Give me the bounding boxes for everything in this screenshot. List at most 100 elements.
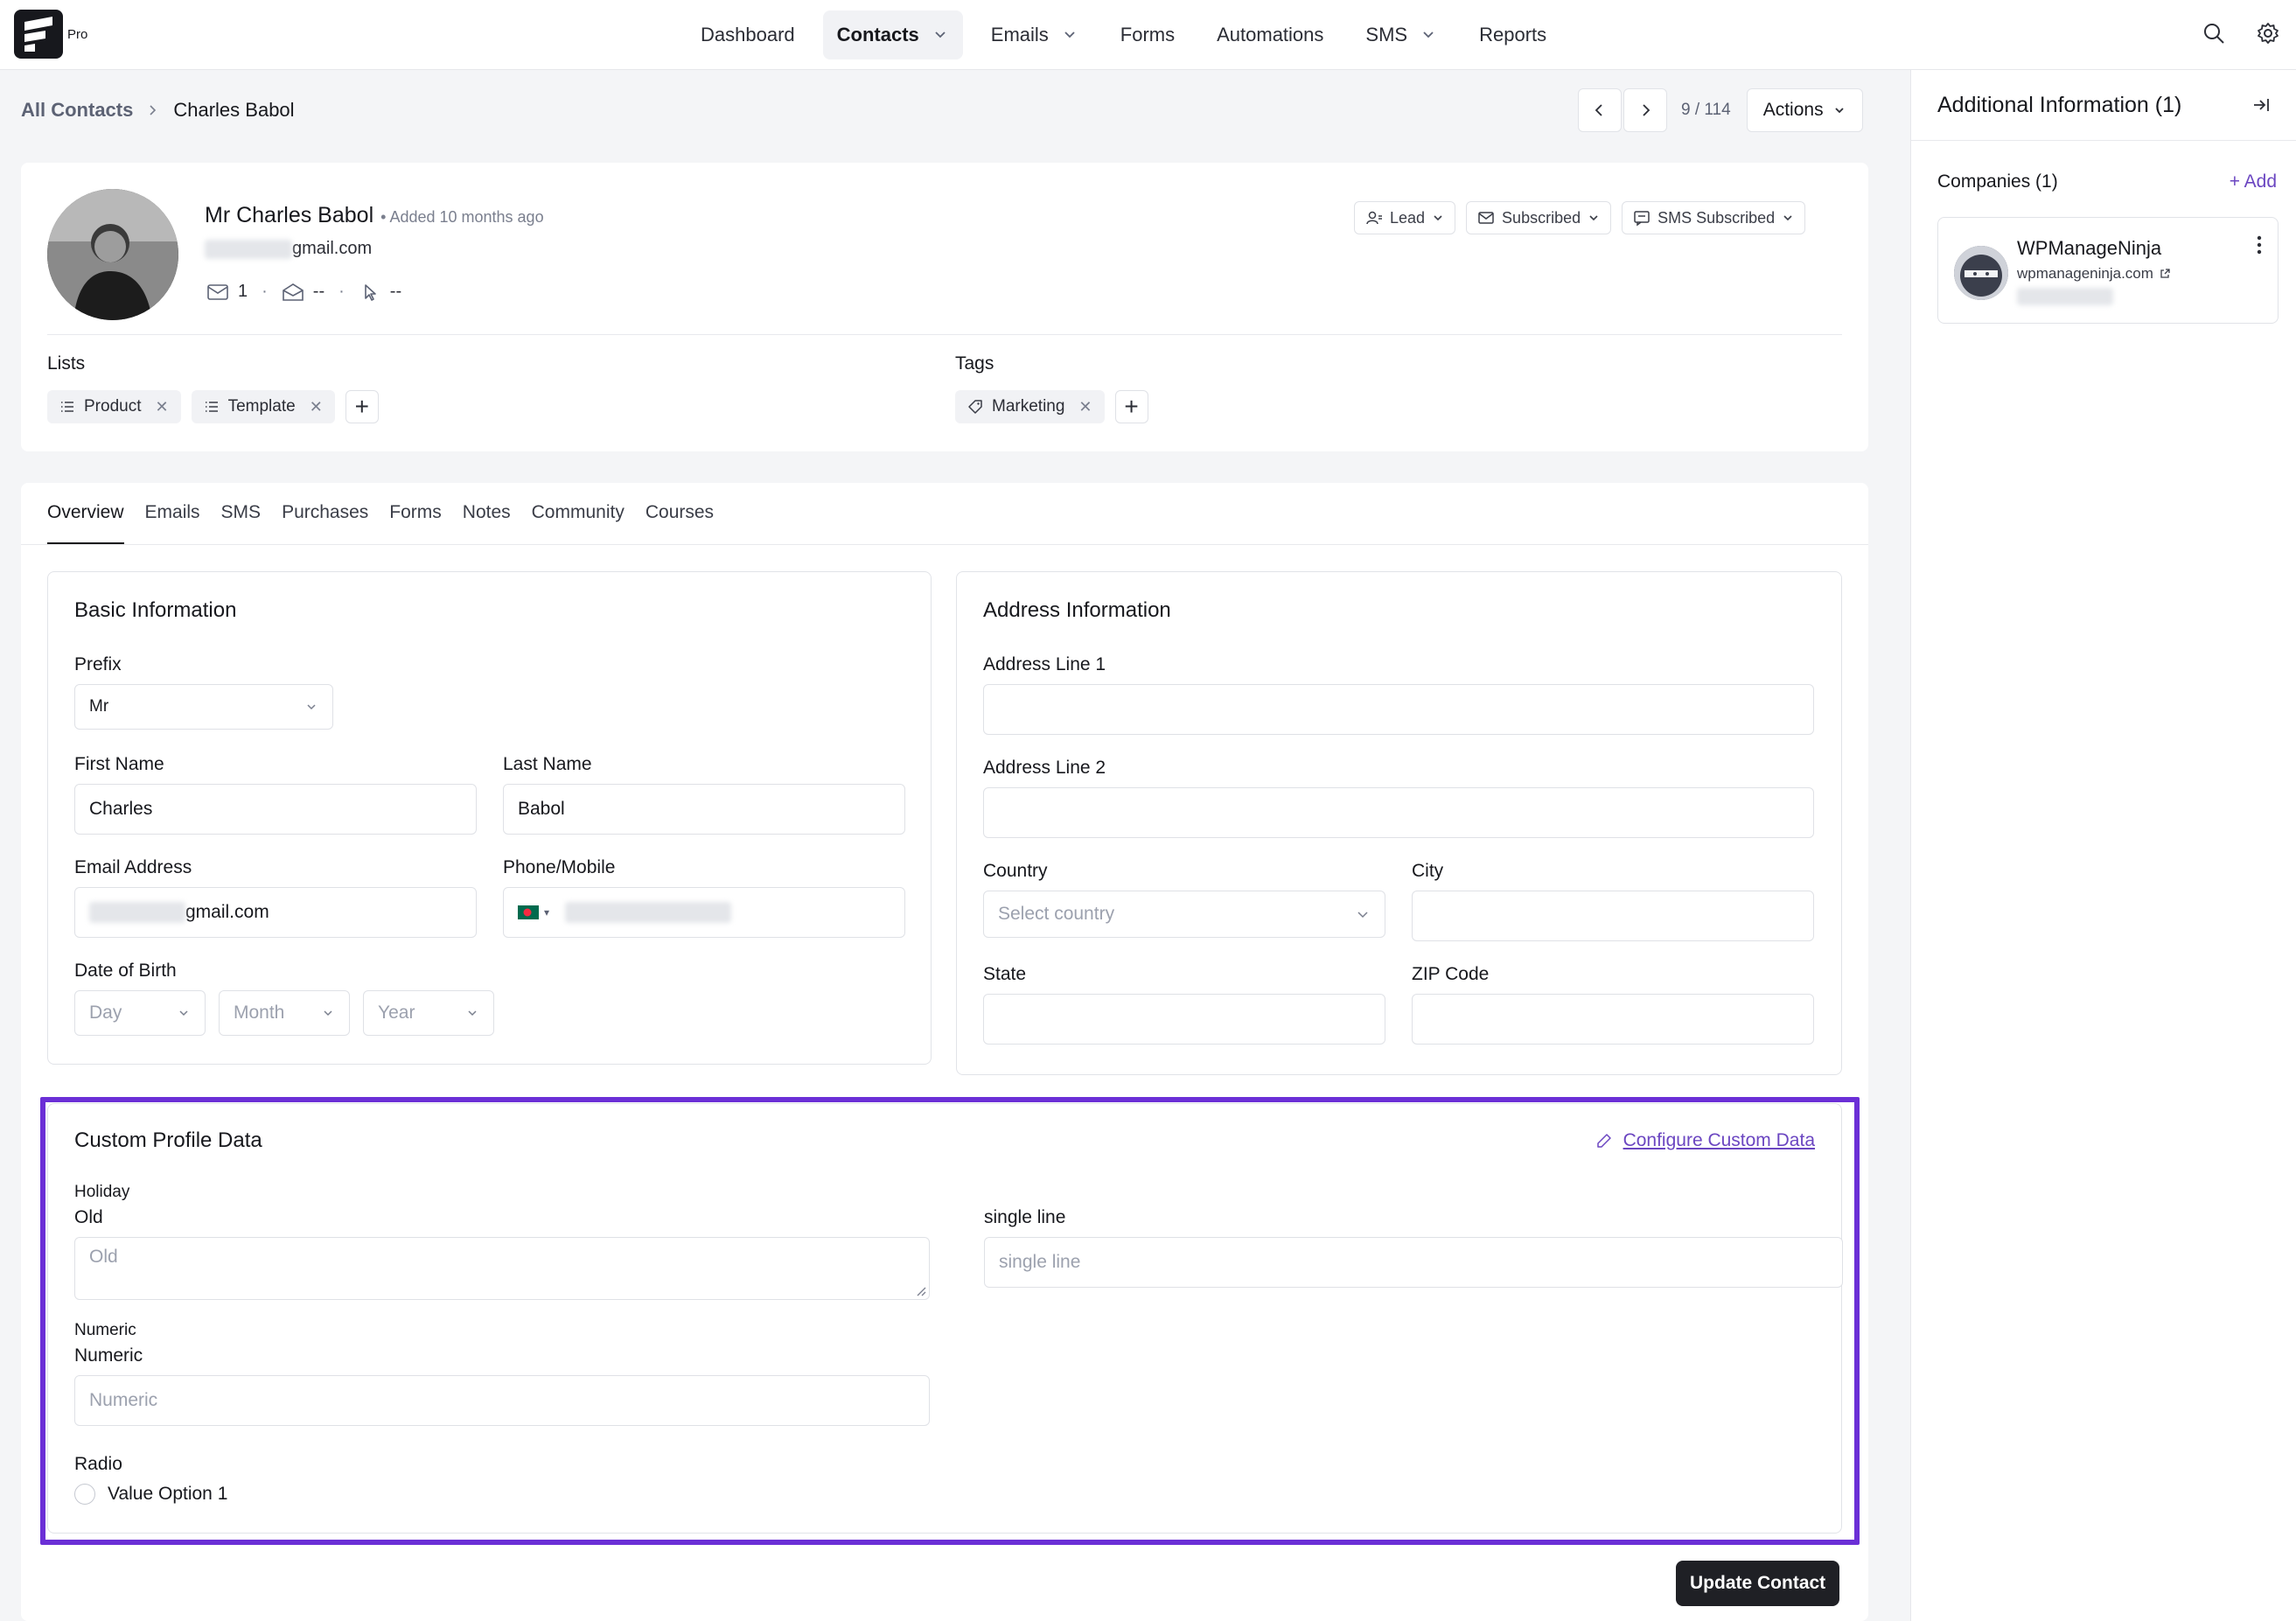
separator-dot: ·: [338, 282, 345, 301]
nav-label: Reports: [1479, 24, 1547, 45]
last-name-input[interactable]: Babol: [503, 784, 905, 835]
search-button[interactable]: [2200, 19, 2228, 47]
country-select[interactable]: Select country: [983, 891, 1385, 938]
close-icon[interactable]: ✕: [155, 398, 168, 416]
address-information-panel: Address Information Address Line 1 Addre…: [956, 571, 1842, 1075]
dob-label: Date of Birth: [74, 961, 177, 981]
dob-day-select[interactable]: Day: [74, 990, 206, 1036]
tab-overview[interactable]: Overview: [47, 502, 124, 545]
divider: [1911, 140, 2296, 141]
settings-button[interactable]: [2254, 19, 2282, 47]
state-input[interactable]: [983, 994, 1385, 1045]
email-label: Email Address: [74, 857, 192, 877]
tag-chip-marketing: Marketing ✕: [955, 390, 1105, 423]
prefix-label: Prefix: [74, 654, 122, 674]
opens-count: --: [312, 282, 325, 301]
tab-purchases[interactable]: Purchases: [282, 502, 368, 545]
search-icon: [2204, 24, 2224, 44]
lead-status-dropdown[interactable]: Lead: [1354, 201, 1456, 234]
companies-label: Companies (1): [1937, 171, 2058, 192]
divider: [21, 544, 1868, 545]
prefix-select[interactable]: Mr: [74, 684, 333, 730]
main-nav: Dashboard Contacts Emails Forms Automati…: [687, 10, 1574, 59]
sms-status-dropdown[interactable]: SMS Subscribed: [1622, 201, 1806, 234]
caret-down-icon[interactable]: ▾: [544, 906, 549, 919]
first-name-label: First Name: [74, 754, 164, 774]
zip-input[interactable]: [1412, 994, 1814, 1045]
nav-label: Forms: [1120, 24, 1176, 45]
nav-item-dashboard[interactable]: Dashboard: [687, 10, 809, 59]
tab-courses[interactable]: Courses: [646, 502, 714, 545]
tab-community[interactable]: Community: [532, 502, 625, 545]
dob-month-select[interactable]: Month: [219, 990, 350, 1036]
chevron-down-icon: [1783, 215, 1792, 221]
address-line2-input[interactable]: [983, 787, 1814, 838]
tab-notes[interactable]: Notes: [463, 502, 511, 545]
tag-chip-label: Marketing: [992, 397, 1065, 416]
company-card[interactable]: WPManageNinja wpmanageninja.com: [1937, 217, 2279, 324]
breadcrumb-all-contacts[interactable]: All Contacts: [21, 99, 133, 122]
divider: [47, 334, 1842, 335]
chevron-right-icon: [1643, 104, 1650, 116]
dob-year-select[interactable]: Year: [363, 990, 494, 1036]
dob-year-placeholder: Year: [378, 1003, 415, 1023]
email-input[interactable]: gmail.com: [74, 887, 477, 938]
contact-name: Mr Charles Babol: [205, 203, 374, 227]
lead-status-label: Lead: [1390, 208, 1426, 227]
subscription-status-dropdown[interactable]: Subscribed: [1466, 201, 1612, 234]
company-url: wpmanageninja.com: [2017, 265, 2153, 282]
tab-emails[interactable]: Emails: [145, 502, 200, 545]
pro-label: Pro: [67, 27, 88, 42]
phone-input[interactable]: ▾: [503, 887, 905, 938]
add-tag-button[interactable]: +: [1114, 390, 1148, 423]
chevron-down-icon: [1423, 31, 1434, 38]
nav-item-contacts[interactable]: Contacts: [822, 10, 963, 59]
nav-item-reports[interactable]: Reports: [1465, 10, 1560, 59]
actions-dropdown[interactable]: Actions: [1746, 88, 1863, 132]
subscription-status-label: Subscribed: [1502, 208, 1581, 227]
tab-forms[interactable]: Forms: [389, 502, 442, 545]
state-label: State: [983, 964, 1027, 984]
country-label: Country: [983, 861, 1048, 881]
nav-item-automations[interactable]: Automations: [1203, 10, 1337, 59]
first-name-value: Charles: [89, 799, 153, 819]
update-contact-button[interactable]: Update Contact: [1676, 1561, 1840, 1606]
bangladesh-flag-icon[interactable]: [518, 905, 539, 919]
nav-item-sms[interactable]: SMS: [1351, 10, 1451, 59]
last-name-label: Last Name: [503, 754, 592, 774]
company-url-link[interactable]: wpmanageninja.com: [2017, 265, 2171, 283]
nav-item-forms[interactable]: Forms: [1106, 10, 1189, 59]
collapse-right-icon: [2254, 99, 2269, 111]
avatar: [47, 189, 178, 320]
first-name-input[interactable]: Charles: [74, 784, 477, 835]
chevron-down-icon: [1834, 108, 1844, 114]
company-menu-button[interactable]: [2257, 235, 2262, 259]
list-chip-label: Product: [84, 397, 142, 416]
list-icon: [61, 402, 73, 412]
close-icon[interactable]: ✕: [1078, 398, 1092, 416]
prefix-value: Mr: [89, 697, 109, 716]
separator-dot: ·: [262, 282, 268, 301]
city-label: City: [1412, 861, 1444, 881]
add-company-button[interactable]: + Add: [2230, 171, 2277, 192]
dob-month-placeholder: Month: [234, 1003, 285, 1023]
add-list-button[interactable]: +: [345, 390, 379, 423]
collapse-sidebar-button[interactable]: [2251, 94, 2272, 120]
close-icon[interactable]: ✕: [310, 398, 323, 416]
address-line1-input[interactable]: [983, 684, 1814, 735]
mail-icon: [207, 283, 228, 300]
app-logo[interactable]: [14, 10, 63, 59]
lists-label: Lists: [47, 353, 86, 374]
chevron-down-icon: [1064, 31, 1075, 38]
chevron-down-icon: [935, 31, 946, 38]
chevron-left-icon: [1595, 104, 1602, 116]
nav-item-emails[interactable]: Emails: [977, 10, 1092, 59]
pager-count: 9 / 114: [1681, 101, 1731, 119]
contact-profile-card: Mr Charles Babol • Added 10 months ago g…: [21, 163, 1868, 451]
chevron-down-icon: [307, 704, 316, 710]
next-contact-button[interactable]: [1623, 88, 1667, 132]
tab-sms[interactable]: SMS: [221, 502, 262, 545]
previous-contact-button[interactable]: [1578, 88, 1622, 132]
email-suffix: gmail.com: [292, 239, 373, 258]
city-input[interactable]: [1412, 891, 1814, 941]
